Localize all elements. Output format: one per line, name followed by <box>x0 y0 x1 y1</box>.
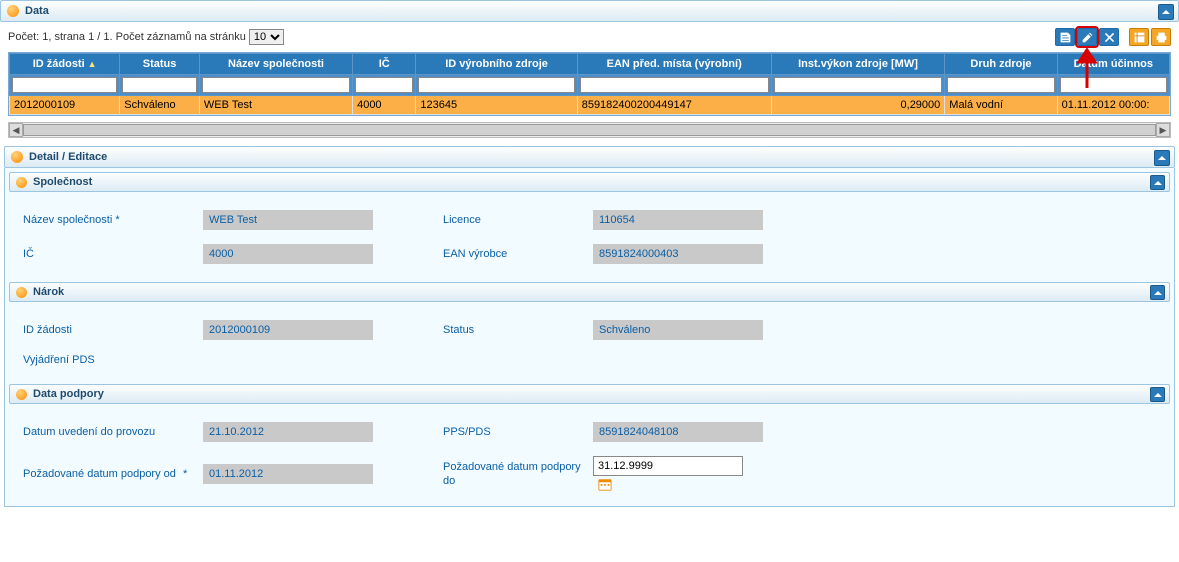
table-row[interactable]: 2012000109 Schváleno WEB Test 4000 12364… <box>10 96 1170 115</box>
label-nazev-spolecnosti: Název společnosti * <box>23 214 203 226</box>
calendar-icon[interactable] <box>597 476 613 492</box>
panel-detail-title: Detail / Editace <box>29 151 107 163</box>
filter-ean[interactable] <box>580 77 769 93</box>
scroll-thumb[interactable] <box>23 124 1156 136</box>
collapse-spolecnost-button[interactable] <box>1150 175 1165 190</box>
filter-ic[interactable] <box>355 77 413 93</box>
bullet-icon <box>7 5 19 17</box>
field-id-zadosti: 2012000109 <box>203 320 373 340</box>
horizontal-scrollbar[interactable]: ◀ ▶ <box>8 122 1171 138</box>
toolbar-buttons <box>1053 28 1171 46</box>
field-pozad-od: 01.11.2012 <box>203 464 373 484</box>
section-narok-title: Nárok <box>33 286 64 298</box>
col-label: ID žádosti <box>33 58 85 70</box>
data-grid: ID žádosti▲ Status Název společnosti IČ … <box>8 52 1171 116</box>
col-status[interactable]: Status <box>120 54 200 75</box>
panel-data-header: Data <box>0 0 1179 22</box>
grid-header-row: ID žádosti▲ Status Název společnosti IČ … <box>10 54 1170 75</box>
label-id-zadosti: ID žádosti <box>23 324 203 336</box>
label-licence: Licence <box>443 214 593 226</box>
field-nazev-spolecnosti: WEB Test <box>203 210 373 230</box>
col-id-vyrob-zdroje[interactable]: ID výrobního zdroje <box>416 54 577 75</box>
cell-status: Schváleno <box>120 96 200 115</box>
label-datum-uvedeni: Datum uvedení do provozu <box>23 425 203 439</box>
col-id-zadosti[interactable]: ID žádosti▲ <box>10 54 120 75</box>
label-ic: IČ <box>23 248 203 260</box>
label-pozad-od-text: Požadované datum podpory od <box>23 468 176 480</box>
pager-text: Počet: 1, strana 1 / 1. Počet záznamů na… <box>8 31 246 43</box>
filter-datum[interactable] <box>1060 77 1167 93</box>
filter-status[interactable] <box>122 77 197 93</box>
delete-button[interactable] <box>1099 28 1119 46</box>
label-ean-vyrobce: EAN výrobce <box>443 248 593 260</box>
cell-ic: 4000 <box>353 96 416 115</box>
print-button[interactable] <box>1151 28 1171 46</box>
sort-asc-icon: ▲ <box>88 59 97 69</box>
col-datum-ucin[interactable]: Datum účinnos <box>1057 54 1169 75</box>
bullet-icon <box>11 151 23 163</box>
label-pozad-do: Požadované datum podpory do <box>443 460 593 489</box>
col-ean[interactable]: EAN před. místa (výrobní) <box>577 54 771 75</box>
cell-datum: 01.11.2012 00:00: <box>1057 96 1169 115</box>
cell-id-vyrob: 123645 <box>416 96 577 115</box>
export-button[interactable] <box>1129 28 1149 46</box>
grid-filter-row <box>10 75 1170 96</box>
field-datum-uvedeni: 21.10.2012 <box>203 422 373 442</box>
filter-nazev[interactable] <box>202 77 350 93</box>
field-status: Schváleno <box>593 320 763 340</box>
col-ic[interactable]: IČ <box>353 54 416 75</box>
field-ic: 4000 <box>203 244 373 264</box>
label-vyjadreni-pds: Vyjádření PDS <box>23 354 203 366</box>
collapse-detail-button[interactable] <box>1154 150 1170 166</box>
filter-id-zadosti[interactable] <box>12 77 117 93</box>
col-nazev-spolecnosti[interactable]: Název společnosti <box>199 54 352 75</box>
collapse-data-button[interactable] <box>1158 4 1174 20</box>
filter-inst-vykon[interactable] <box>774 77 943 93</box>
scroll-right-icon[interactable]: ▶ <box>1156 123 1170 137</box>
label-status: Status <box>443 324 593 336</box>
panel-detail-header: Detail / Editace <box>4 146 1175 168</box>
collapse-narok-button[interactable] <box>1150 285 1165 300</box>
section-spolecnost-title: Společnost <box>33 176 92 188</box>
section-narok-header: Nárok <box>9 282 1170 302</box>
section-spolecnost-header: Společnost <box>9 172 1170 192</box>
field-ean-vyrobce: 8591824000403 <box>593 244 763 264</box>
col-inst-vykon[interactable]: Inst.výkon zdroje [MW] <box>771 54 945 75</box>
panel-data-title: Data <box>25 5 49 17</box>
section-podpora-header: Data podpory <box>9 384 1170 404</box>
filter-druh[interactable] <box>947 77 1054 93</box>
edit-button[interactable] <box>1077 28 1097 46</box>
cell-nazev: WEB Test <box>199 96 352 115</box>
field-pps-pds: 8591824048108 <box>593 422 763 442</box>
field-pozad-do-wrap <box>593 456 763 492</box>
bullet-icon <box>16 177 27 188</box>
field-licence: 110654 <box>593 210 763 230</box>
new-button[interactable] <box>1055 28 1075 46</box>
cell-druh: Malá vodní <box>945 96 1057 115</box>
bullet-icon <box>16 389 27 400</box>
collapse-podpora-button[interactable] <box>1150 387 1165 402</box>
cell-inst-vykon: 0,29000 <box>771 96 945 115</box>
label-pps-pds: PPS/PDS <box>443 426 593 438</box>
scroll-left-icon[interactable]: ◀ <box>9 123 23 137</box>
pager-toolbar: Počet: 1, strana 1 / 1. Počet záznamů na… <box>0 22 1179 52</box>
cell-id-zadosti: 2012000109 <box>10 96 120 115</box>
filter-id-vyrob[interactable] <box>418 77 574 93</box>
page-size-select[interactable]: 10 <box>249 29 284 45</box>
required-star: * <box>183 468 187 480</box>
col-druh-zdroje[interactable]: Druh zdroje <box>945 54 1057 75</box>
input-pozad-do[interactable] <box>593 456 743 476</box>
section-podpora-title: Data podpory <box>33 388 104 400</box>
label-pozad-od: Požadované datum podpory od * <box>23 467 203 481</box>
cell-ean: 859182400200449147 <box>577 96 771 115</box>
bullet-icon <box>16 287 27 298</box>
